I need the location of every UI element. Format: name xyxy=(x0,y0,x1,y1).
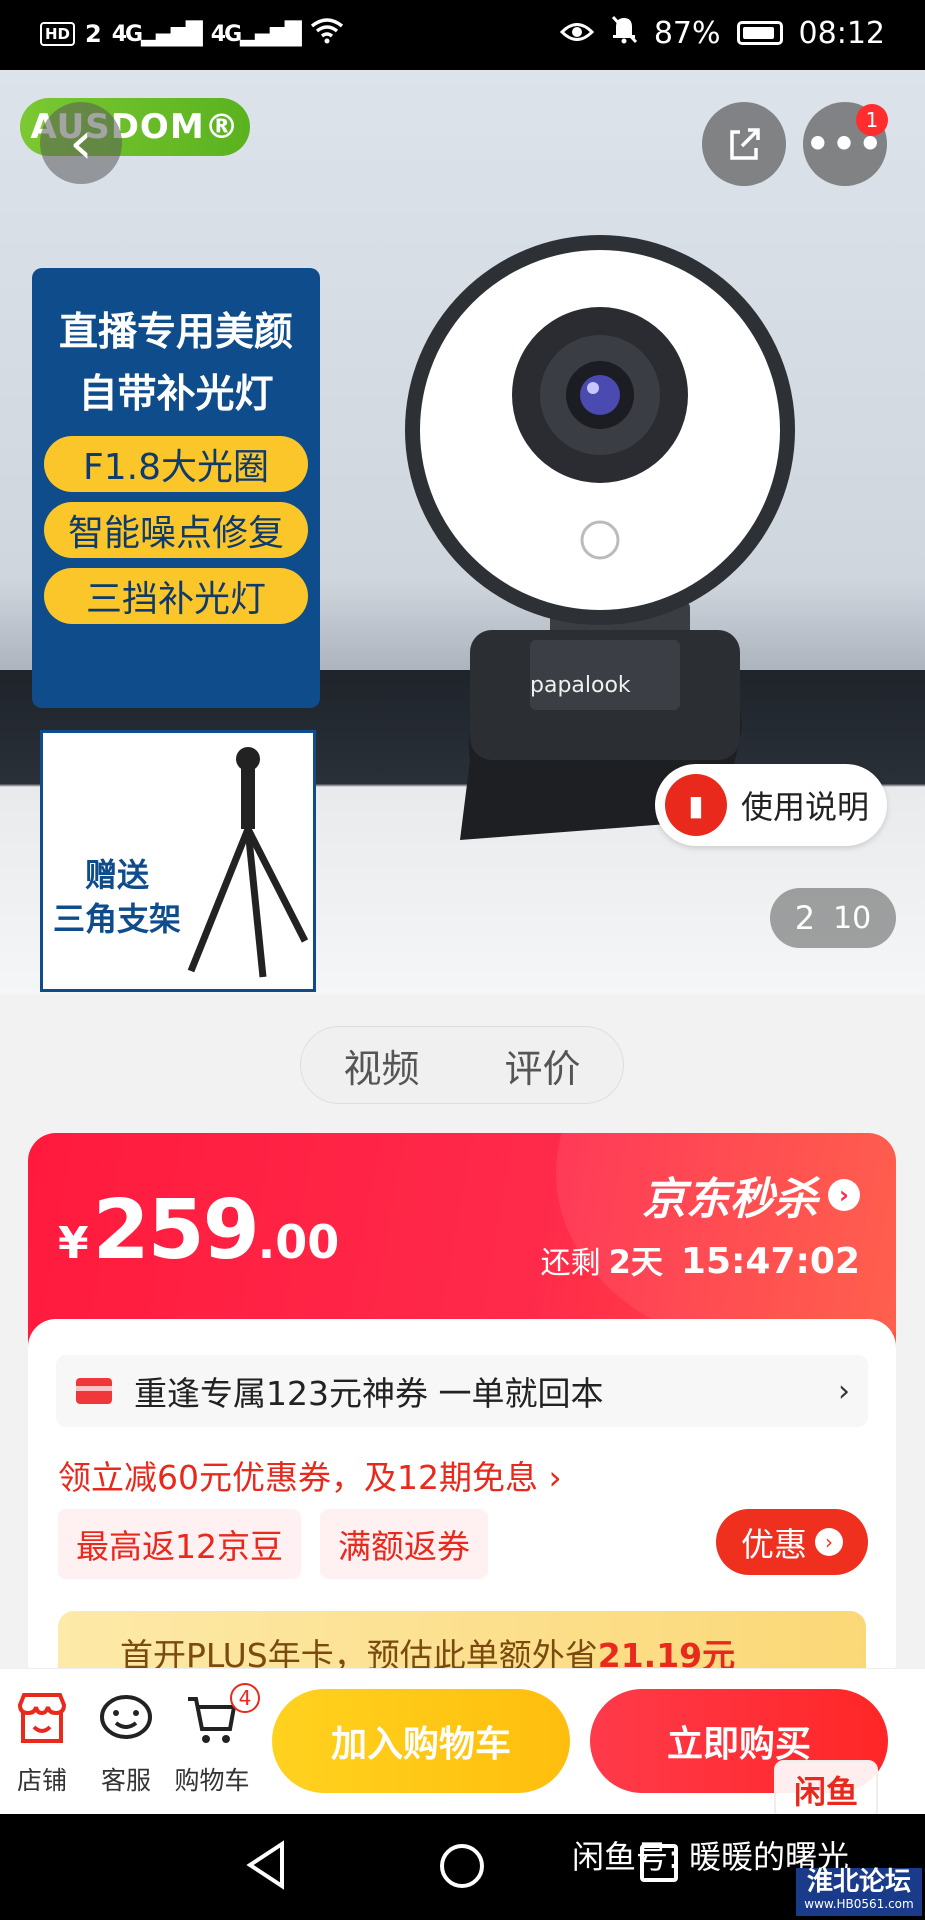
sim-indicator: 2 xyxy=(85,20,102,48)
promo-pill-light: 三挡补光灯 xyxy=(44,568,308,624)
countdown-time: 15:47:02 xyxy=(680,1241,860,1282)
signal-icon: 4G▂▄▆█ xyxy=(111,21,203,47)
shop-icon xyxy=(14,1691,70,1747)
remaining-days: 2天 xyxy=(608,1243,663,1281)
cart-button[interactable]: 4 购物车 xyxy=(172,1683,260,1797)
share-button[interactable] xyxy=(702,102,786,186)
coupon-section: 重逢专属123元神券 一单就回本 › 领立减60元优惠券，及12期免息 › 最高… xyxy=(28,1319,896,1693)
hd-indicator: HD xyxy=(40,22,76,46)
price-currency: ¥ xyxy=(58,1218,89,1269)
tripod-gift-panel: 赠送 三角支架 xyxy=(40,730,316,992)
status-right-icons: 87% 08:12 xyxy=(559,14,885,52)
seckill-label: 京东秒杀 xyxy=(642,1174,818,1225)
forum-url: www.HB0561.com xyxy=(804,1897,914,1911)
shop-label: 店铺 xyxy=(16,1766,67,1795)
product-image-carousel[interactable]: AUSDOM® ‹ ••• 1 直播专用美颜 自带补光灯 F1.8大光圈 智能噪… xyxy=(0,70,925,995)
signal-icon-2: 4G▂▄▆█ xyxy=(210,21,302,47)
media-tabs: 视频 评价 xyxy=(300,1026,624,1104)
image-page-indicator: 2 10 xyxy=(770,888,896,948)
forum-name: 淮北论坛 xyxy=(806,1867,911,1897)
promo-title-line-2: 自带补光灯 xyxy=(78,372,274,417)
mute-bell-icon xyxy=(610,14,638,52)
battery-percent: 87% xyxy=(653,15,721,51)
battery-icon xyxy=(736,21,783,45)
tag-coupon-return[interactable]: 满额返券 xyxy=(320,1509,488,1579)
coupon-row[interactable]: 重逢专属123元神券 一单就回本 › xyxy=(56,1355,868,1427)
cart-count-badge: 4 xyxy=(230,1683,260,1713)
discount-button-label: 优惠 xyxy=(741,1525,807,1564)
promo-pill-aperture: F1.8大光圈 xyxy=(44,436,308,492)
chat-icon xyxy=(98,1691,154,1747)
page-total: 10 xyxy=(833,900,872,936)
status-left-icons: HD 2 4G▂▄▆█ 4G▂▄▆█ xyxy=(40,18,344,50)
credit-card-icon xyxy=(76,1378,112,1404)
manual-label: 使用说明 xyxy=(741,788,870,826)
tab-reviews[interactable]: 评价 xyxy=(504,1038,580,1093)
forum-watermark: 淮北论坛 www.HB0561.com xyxy=(796,1868,922,1916)
price: ¥ 259 .00 xyxy=(58,1183,339,1278)
customer-service-button[interactable]: 客服 xyxy=(86,1691,166,1797)
price-decimal: .00 xyxy=(257,1215,340,1269)
tripod-text: 赠送 三角支架 xyxy=(47,853,187,941)
shop-button[interactable]: 店铺 xyxy=(2,1691,82,1797)
promo-title-line-1: 直播专用美颜 xyxy=(58,310,293,355)
manual-book-icon: ▮ xyxy=(665,774,727,836)
eye-icon xyxy=(559,16,594,51)
tab-video[interactable]: 视频 xyxy=(343,1038,419,1093)
seckill-link[interactable]: 京东秒杀 › xyxy=(642,1163,860,1227)
xianyu-watermark: 闲鱼 xyxy=(774,1760,878,1820)
nav-home-icon[interactable] xyxy=(440,1844,484,1888)
chevron-right-icon: › xyxy=(815,1528,843,1556)
price-card: ¥ 259 .00 京东秒杀 › 还剩 2天 15:47:02 重逢专属123元… xyxy=(28,1133,896,1693)
discount-link[interactable]: 领立减60元优惠券，及12期免息 › xyxy=(58,1451,562,1499)
camera-brand-text: papalook xyxy=(530,673,631,698)
coupon-text: 重逢专属123元神券 一单就回本 xyxy=(134,1374,604,1413)
tripod-text-line-1: 赠送 xyxy=(84,856,149,894)
service-label: 客服 xyxy=(100,1766,151,1795)
remaining-prefix: 还剩 xyxy=(540,1246,601,1281)
price-integer: 259 xyxy=(92,1183,260,1278)
tag-jingdou[interactable]: 最高返12京豆 xyxy=(58,1509,301,1579)
promo-pill-noise: 智能噪点修复 xyxy=(44,502,308,558)
countdown: 还剩 2天 15:47:02 xyxy=(541,1237,860,1283)
add-to-cart-button[interactable]: 加入购物车 xyxy=(272,1689,570,1793)
clock: 08:12 xyxy=(798,15,885,51)
tripod-icon xyxy=(187,747,309,978)
cart-icon: 4 xyxy=(184,1683,260,1747)
page-current: 2 xyxy=(794,899,816,937)
back-button[interactable]: ‹ xyxy=(40,102,122,184)
webcam-illustration: papalook xyxy=(405,235,795,840)
discount-button[interactable]: 优惠 › xyxy=(716,1509,868,1575)
chevron-right-icon: › xyxy=(828,1179,860,1211)
wifi-icon xyxy=(310,18,344,50)
notification-badge: 1 xyxy=(856,104,888,136)
back-arrow-icon: ‹ xyxy=(69,108,93,178)
share-icon xyxy=(730,128,760,160)
manual-button[interactable]: ▮ 使用说明 xyxy=(655,764,887,846)
cart-label: 购物车 xyxy=(174,1766,250,1795)
nav-back-icon[interactable] xyxy=(244,1840,288,1890)
chevron-right-icon: › xyxy=(838,1373,850,1409)
tripod-text-line-2: 三角支架 xyxy=(52,900,181,938)
status-bar: HD 2 4G▂▄▆█ 4G▂▄▆█ 87% 08:12 xyxy=(0,0,925,70)
promo-panel: 直播专用美颜 自带补光灯 F1.8大光圈 智能噪点修复 三挡补光灯 xyxy=(32,268,320,708)
